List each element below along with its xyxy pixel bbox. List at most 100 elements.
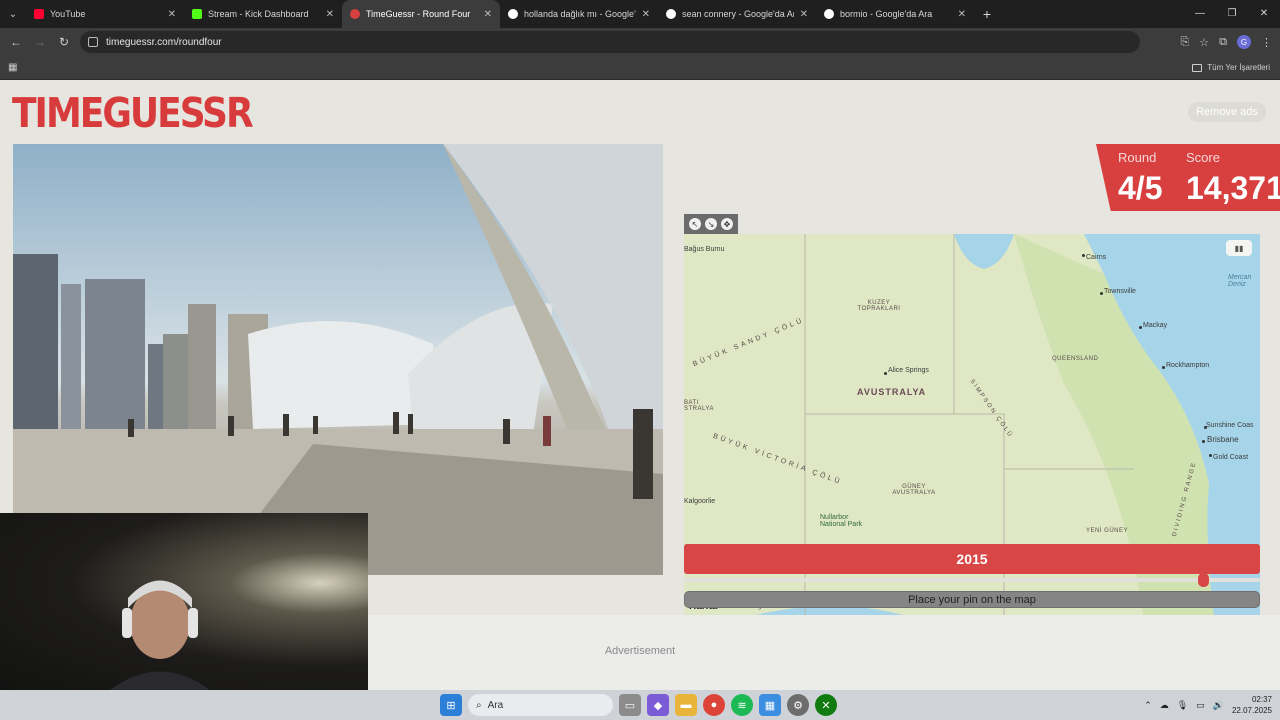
taskbar-search-label: Ara	[487, 699, 504, 711]
microphone-icon[interactable]: 🎙	[1177, 700, 1188, 711]
tab-google-1[interactable]: hollanda dağlık mı - Google'da ✕	[500, 0, 658, 28]
close-icon[interactable]: ✕	[484, 9, 492, 20]
bookmarks-bar: ▦ Tüm Yer İşaretleri	[0, 56, 1280, 80]
close-icon[interactable]: ✕	[958, 9, 966, 20]
map-resize-tools: ↖ ↘ ✥	[684, 214, 738, 234]
city-dot	[1082, 254, 1085, 257]
label-coral-sea: Mercan Deniz	[1228, 274, 1252, 288]
pin-map-icon[interactable]: ✥	[721, 218, 733, 230]
city-dot	[1209, 454, 1212, 457]
copilot-icon[interactable]: ◆	[647, 694, 669, 716]
tab-google-3[interactable]: bormio - Google'da Ara ✕	[816, 0, 974, 28]
minimize-icon[interactable]: —	[1184, 0, 1216, 28]
xbox-icon[interactable]: ✕	[815, 694, 837, 716]
new-tab-button[interactable]: +	[974, 6, 1000, 22]
google-icon	[824, 9, 834, 19]
tab-timeguessr[interactable]: TimeGuessr - Round Four ✕	[342, 0, 500, 28]
taskbar-search[interactable]: ⌕ Ara	[468, 694, 613, 716]
close-icon[interactable]: ✕	[642, 9, 650, 20]
google-icon	[666, 9, 676, 19]
chevron-up-icon[interactable]: ⌃	[1144, 700, 1152, 711]
tab-youtube[interactable]: YouTube ✕	[26, 0, 184, 28]
all-bookmarks-label: Tüm Yer İşaretleri	[1207, 63, 1270, 72]
streamer-silhouette	[110, 580, 210, 690]
tab-title: sean connery - Google'da Ara	[682, 9, 794, 19]
search-icon: ⌕	[476, 699, 482, 711]
label-country: AVUSTRALYA	[857, 387, 927, 397]
address-bar[interactable]: timeguessr.com/roundfour	[80, 31, 1140, 53]
reload-icon[interactable]: ↻	[52, 35, 76, 49]
close-icon[interactable]: ✕	[800, 9, 808, 20]
site-info-icon[interactable]	[88, 37, 98, 47]
close-icon[interactable]: ✕	[326, 9, 334, 20]
tab-title: bormio - Google'da Ara	[840, 9, 933, 19]
window-controls: — ❐ ✕	[1184, 0, 1280, 28]
start-icon[interactable]: ⊞	[440, 694, 462, 716]
round-score-panel: Round Score 4/5 14,371	[1096, 144, 1280, 211]
city-dot	[884, 372, 887, 375]
tab-kick[interactable]: Stream - Kick Dashboard ✕	[184, 0, 342, 28]
system-tray: ⌃ ☁ 🎙 ▭ 🔊 02:37 22.07.2025	[1144, 690, 1272, 720]
tab-title: hollanda dağlık mı - Google'da	[524, 9, 636, 19]
round-label: Round	[1118, 150, 1157, 165]
all-bookmarks[interactable]: Tüm Yer İşaretleri	[1192, 63, 1270, 72]
label-queensland: QUEENSLAND	[1052, 356, 1099, 362]
timeguessr-logo[interactable]: TIMEGUESSR	[12, 90, 254, 137]
network-icon[interactable]: ▭	[1196, 700, 1205, 711]
label-west-australia: BATI STRALYA	[684, 400, 714, 412]
expand-map-icon[interactable]: ↖	[689, 218, 701, 230]
task-view-icon[interactable]: ▭	[619, 694, 641, 716]
spotify-icon[interactable]: ≋	[731, 694, 753, 716]
browser-tab-bar: ⌄ YouTube ✕ Stream - Kick Dashboard ✕ Ti…	[0, 0, 1280, 28]
place-pin-button[interactable]: Place your pin on the map	[684, 591, 1260, 608]
folder-icon	[1192, 63, 1203, 72]
forward-icon[interactable]: →	[28, 35, 52, 49]
city-dot	[1139, 326, 1142, 329]
shrink-map-icon[interactable]: ↘	[705, 218, 717, 230]
remove-ads-button[interactable]: Remove ads	[1188, 102, 1266, 122]
webcam-overlay	[0, 513, 368, 690]
score-label: Score	[1186, 150, 1220, 165]
timeguessr-icon	[350, 9, 360, 19]
year-slider-track[interactable]	[684, 578, 1260, 582]
label-nullarbor: Nullarbor National Park	[820, 514, 863, 528]
round-photo	[13, 144, 663, 575]
apps-grid-icon[interactable]: ▦	[8, 62, 17, 73]
google-icon	[508, 9, 518, 19]
score-value: 14,371	[1186, 170, 1280, 206]
label-south-australia: GÜNEY AVUSTRALYA	[892, 484, 936, 496]
bookmark-star-icon[interactable]: ☆	[1199, 36, 1209, 49]
store-icon[interactable]: ▦	[759, 694, 781, 716]
settings-icon[interactable]: ⚙	[787, 694, 809, 716]
url-text: timeguessr.com/roundfour	[106, 36, 222, 48]
label-kalgoorlie: Kalgoorlie	[684, 498, 716, 505]
file-explorer-icon[interactable]: ▬	[675, 694, 697, 716]
tab-title: Stream - Kick Dashboard	[208, 9, 309, 19]
label-sunshine-coast: Sunshine Coas	[1206, 422, 1254, 429]
label-gold-coast: Gold Coast	[1213, 454, 1249, 461]
back-icon[interactable]: ←	[4, 35, 28, 49]
menu-icon[interactable]: ⋮	[1261, 36, 1272, 49]
close-icon[interactable]: ✕	[168, 9, 176, 20]
translate-icon[interactable]: ⎘	[1180, 36, 1189, 49]
year-display: 2015	[684, 544, 1260, 574]
label-rockhampton: Rockhampton	[1166, 362, 1210, 369]
tab-google-2[interactable]: sean connery - Google'da Ara ✕	[658, 0, 816, 28]
restore-icon[interactable]: ❐	[1216, 0, 1248, 28]
map-layers-button[interactable]: ▮▮	[1226, 240, 1252, 256]
kick-icon	[192, 9, 202, 19]
volume-icon[interactable]: 🔊	[1213, 700, 1224, 711]
year-slider-thumb[interactable]	[1198, 573, 1210, 587]
label-mackay: Mackay	[1143, 322, 1168, 329]
cloud-icon[interactable]: ☁	[1160, 700, 1169, 711]
clock[interactable]: 02:37 22.07.2025	[1232, 694, 1272, 716]
extensions-icon[interactable]: ⧉	[1219, 36, 1227, 49]
city-dot	[1100, 292, 1103, 295]
youtube-icon	[34, 9, 44, 19]
tab-search-icon[interactable]: ⌄	[0, 0, 26, 28]
chrome-icon[interactable]: ●	[703, 694, 725, 716]
label-nsw: YENİ GÜNEY	[1086, 528, 1129, 534]
close-window-icon[interactable]: ✕	[1248, 0, 1280, 28]
label-townsville: Townsville	[1104, 288, 1136, 295]
profile-avatar[interactable]: G	[1237, 35, 1251, 49]
